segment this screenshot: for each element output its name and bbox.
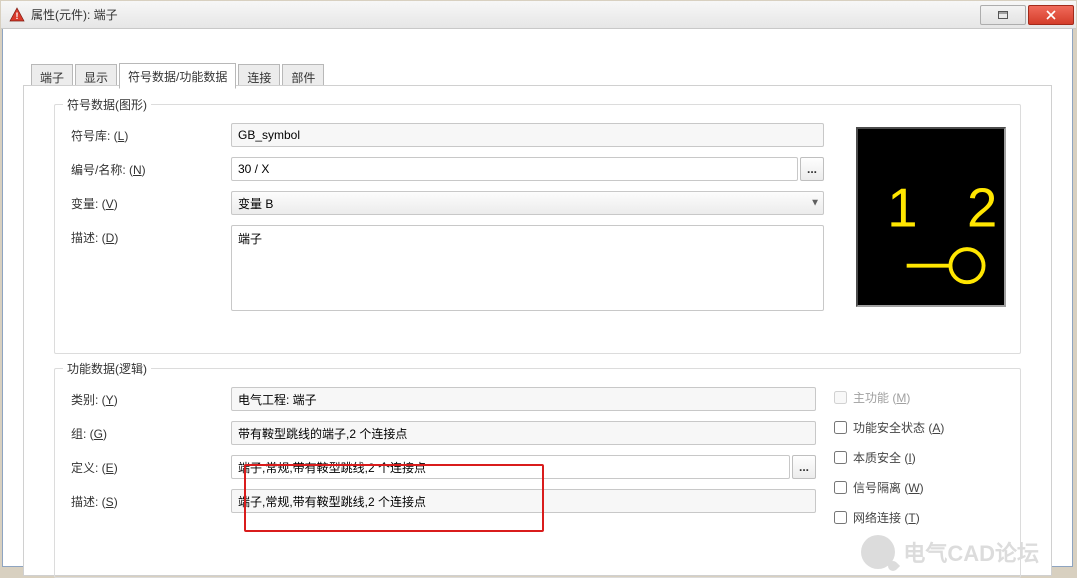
row-group: 组: (G) (71, 421, 816, 445)
label-group: 组: (G) (71, 421, 231, 442)
function-data-group: 功能数据(逻辑) 类别: (Y) 组: (G) 定义: (E) (54, 368, 1021, 578)
function-group-legend: 功能数据(逻辑) (63, 360, 151, 377)
input-symbol-library[interactable] (231, 123, 824, 147)
browse-number-button[interactable]: ... (800, 157, 824, 181)
input-group[interactable] (231, 421, 816, 445)
window-title: 属性(元件): 端子 (31, 6, 118, 23)
preview-num-2: 2 (967, 178, 997, 239)
checkbox-main: 主功能 (M) (834, 389, 1004, 406)
symbol-data-group: 符号数据(图形) 符号库: (L) 编号/名称: (N) ... 变量: (V)… (54, 104, 1021, 354)
textarea-description[interactable] (231, 225, 824, 311)
label-category: 类别: (Y) (71, 387, 231, 408)
checkbox-input-main (834, 391, 847, 404)
row-category: 类别: (Y) (71, 387, 816, 411)
label-definition: 定义: (E) (71, 455, 231, 476)
input-number-name[interactable] (231, 157, 798, 181)
label-variant: 变量: (V) (71, 191, 231, 212)
row-func-description: 描述: (S) (71, 489, 816, 513)
input-func-description[interactable] (231, 489, 816, 513)
label-description: 描述: (D) (71, 225, 231, 246)
combo-variant[interactable] (231, 191, 824, 215)
symbol-preview: 1 2 (856, 127, 1006, 307)
tab-panel: 符号数据(图形) 符号库: (L) 编号/名称: (N) ... 变量: (V)… (23, 85, 1052, 576)
input-category[interactable] (231, 387, 816, 411)
checkbox-intrinsic[interactable]: 本质安全 (I) (834, 449, 1004, 466)
checkbox-input-intrinsic[interactable] (834, 451, 847, 464)
label-func-description: 描述: (S) (71, 489, 231, 510)
maximize-icon (998, 11, 1008, 19)
row-definition: 定义: (E) ... (71, 455, 816, 479)
browse-definition-button[interactable]: ... (792, 455, 816, 479)
svg-text:!: ! (16, 11, 19, 21)
label-symbol-library: 符号库: (L) (71, 123, 231, 144)
checkbox-input-safety[interactable] (834, 421, 847, 434)
symbol-group-legend: 符号数据(图形) (63, 96, 151, 113)
close-button[interactable] (1028, 5, 1074, 25)
checkbox-isol[interactable]: 信号隔离 (W) (834, 479, 1004, 496)
app-icon: ! (9, 7, 25, 23)
checkbox-safety[interactable]: 功能安全状态 (A) (834, 419, 1004, 436)
checkbox-input-net[interactable] (834, 511, 847, 524)
tab-2[interactable]: 符号数据/功能数据 (119, 63, 236, 89)
input-definition[interactable] (231, 455, 790, 479)
label-number-name: 编号/名称: (N) (71, 157, 231, 178)
checkbox-net[interactable]: 网络连接 (T) (834, 509, 1004, 526)
close-icon (1046, 10, 1056, 20)
checkbox-column: 主功能 (M) 功能安全状态 (A) 本质安全 (I) 信号隔离 (W) 网络连接 (T… (834, 387, 1004, 539)
maximize-button[interactable] (980, 5, 1026, 25)
property-window: ! 属性(元件): 端子 端子显示符号数据/功能数据连接部件 符号数据(图形) … (2, 14, 1073, 567)
preview-num-1: 1 (887, 178, 917, 239)
checkbox-input-isol[interactable] (834, 481, 847, 494)
titlebar[interactable]: ! 属性(元件): 端子 (1, 1, 1076, 29)
